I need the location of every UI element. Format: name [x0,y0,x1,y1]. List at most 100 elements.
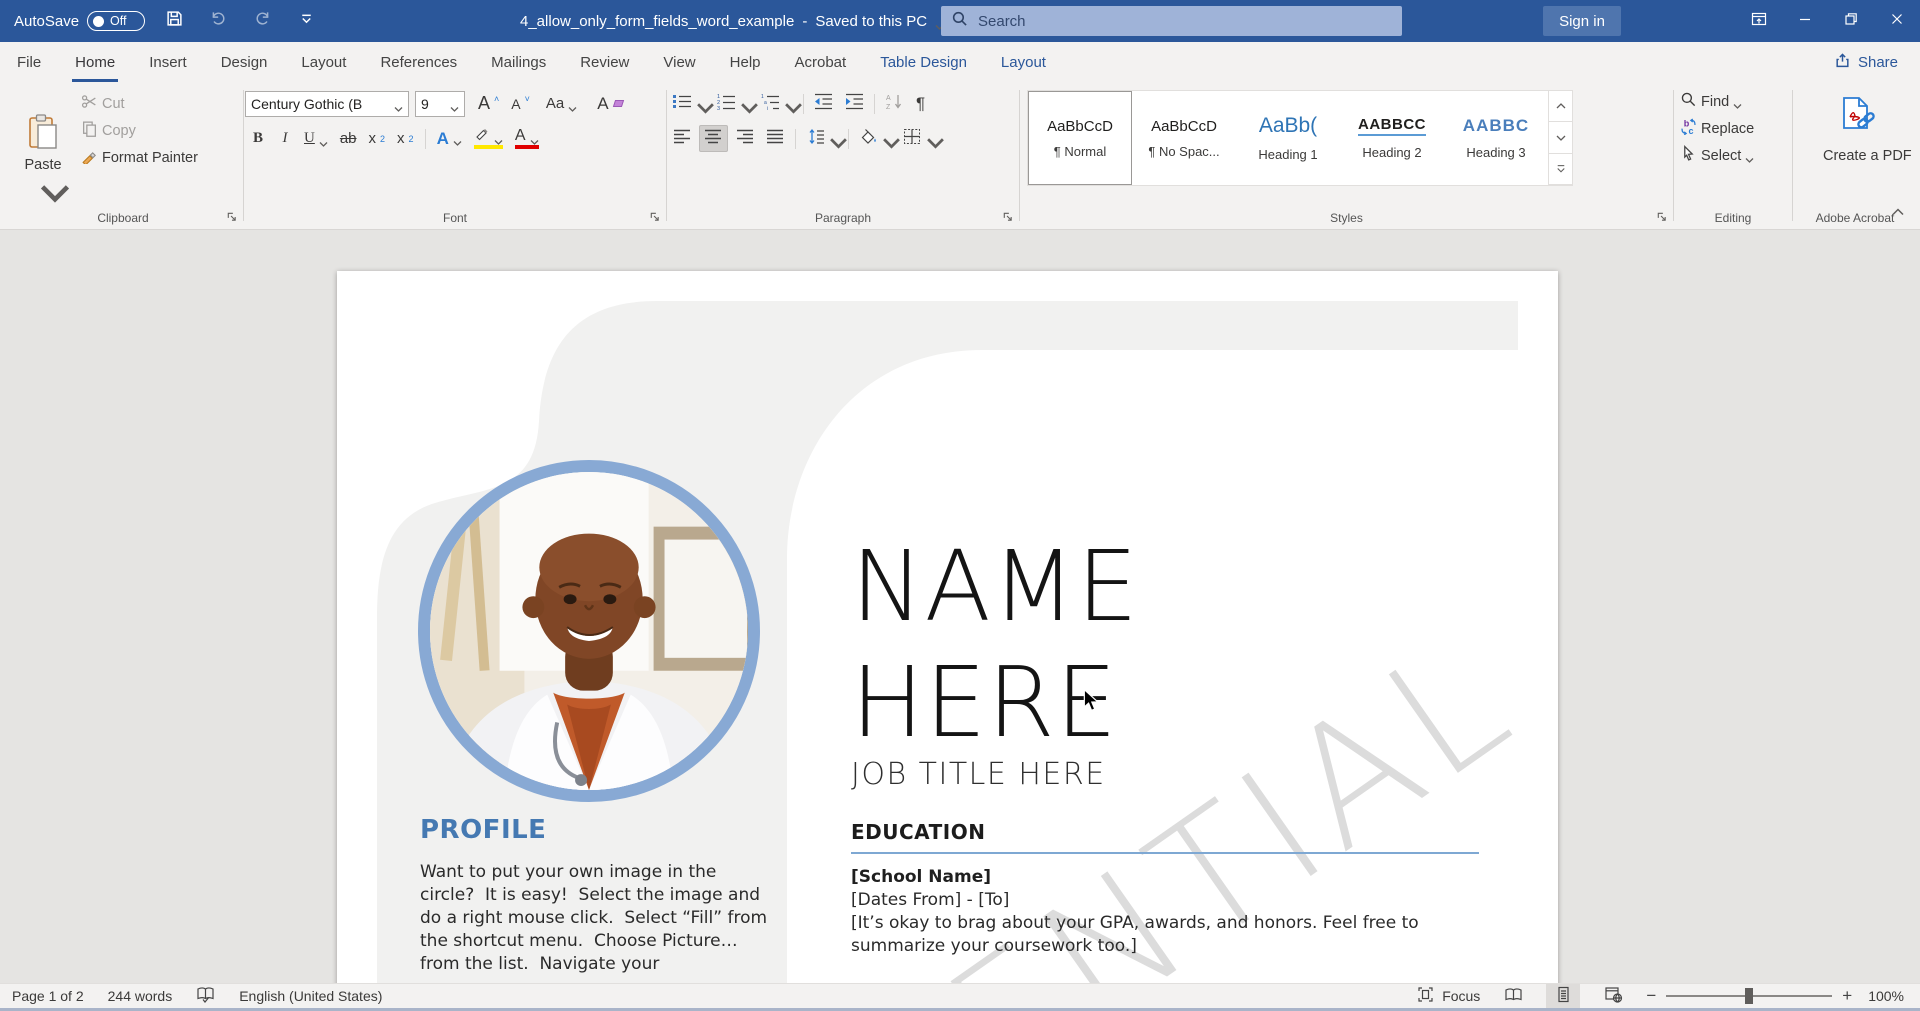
zoom-slider-thumb[interactable] [1745,988,1753,1004]
strikethrough-button[interactable]: ab [335,125,362,152]
tab-acrobat[interactable]: Acrobat [778,42,864,82]
zoom-slider-track[interactable] [1666,995,1832,997]
tab-layout[interactable]: Layout [284,42,363,82]
shrink-font-button[interactable]: A˅ [506,90,535,117]
sort-button[interactable]: AZ [880,90,909,117]
zoom-percentage[interactable]: 100% [1868,988,1904,1004]
name-heading[interactable]: NAME HERE [851,529,1301,761]
undo-button[interactable] [203,6,233,36]
search-bar[interactable] [941,6,1402,36]
print-layout-button[interactable] [1546,984,1580,1009]
find-button[interactable]: Find [1675,88,1791,115]
style-normal[interactable]: AaBbCcD ¶ Normal [1028,91,1132,185]
proofing-errors-button[interactable] [196,986,215,1006]
align-right-button[interactable] [730,125,759,152]
styles-scroll-down-button[interactable] [1549,122,1572,153]
search-input[interactable] [978,13,1392,30]
grow-font-button[interactable]: A˄ [473,90,504,117]
font-color-button[interactable]: A [510,125,544,152]
document-title[interactable]: 4_allow_only_form_fields_word_example - … [520,0,944,42]
replace-button[interactable]: bc Replace [1675,115,1791,142]
document-canvas[interactable]: CONFIDENTIAL [0,231,1920,983]
share-button[interactable]: Share [1834,42,1898,82]
line-spacing-button[interactable] [801,125,843,152]
tab-insert[interactable]: Insert [132,42,204,82]
clear-formatting-button[interactable]: A [592,90,627,117]
tab-help[interactable]: Help [713,42,778,82]
format-painter-button[interactable]: Format Painter [76,144,203,171]
font-name-combobox[interactable]: Century Gothic (B [245,91,409,117]
create-pdf-button[interactable]: Create a PDF [1818,92,1892,167]
tab-table-design[interactable]: Table Design [863,42,984,82]
customize-quick-access-button[interactable] [291,6,321,36]
font-size-combobox[interactable]: 9 [415,91,465,117]
tab-table-layout[interactable]: Layout [984,42,1063,82]
sign-in-button[interactable]: Sign in [1543,6,1621,36]
tab-references[interactable]: References [363,42,474,82]
style-no-spacing[interactable]: AaBbCcD ¶ No Spac... [1132,91,1236,185]
focus-mode-button[interactable]: Focus [1416,986,1480,1006]
word-count-indicator[interactable]: 244 words [108,988,173,1004]
restore-button[interactable] [1828,0,1874,42]
profile-body-text[interactable]: Want to put your own image in the circle… [420,861,770,976]
copy-button[interactable]: Copy [76,117,203,144]
education-body-text[interactable]: [It’s okay to brag about your GPA, award… [851,912,1463,958]
clipboard-dialog-launcher[interactable] [224,209,239,224]
style-heading-2[interactable]: AABBCC Heading 2 [1340,91,1444,185]
save-button[interactable] [159,6,189,36]
profile-photo[interactable] [418,460,760,802]
dates-field[interactable]: [Dates From] - [To] [851,890,1009,910]
font-dialog-launcher[interactable] [647,209,662,224]
tab-mailings[interactable]: Mailings [474,42,563,82]
collapse-ribbon-button[interactable] [1892,203,1904,221]
tab-view[interactable]: View [646,42,712,82]
shading-button[interactable] [854,125,896,152]
decrease-indent-button[interactable] [809,90,838,117]
bullets-button[interactable] [668,90,710,117]
zoom-in-button[interactable]: + [1842,986,1852,1006]
style-heading-1[interactable]: AaBb( Heading 1 [1236,91,1340,185]
show-formatting-marks-button[interactable]: ¶ [911,90,930,117]
align-center-button[interactable] [699,125,728,152]
document-page[interactable]: CONFIDENTIAL [337,271,1558,983]
page-number-indicator[interactable]: Page 1 of 2 [12,988,84,1004]
text-effects-button[interactable]: A [432,125,467,152]
tab-home[interactable]: Home [58,42,132,82]
subscript-button[interactable]: x2 [364,125,391,152]
cut-button[interactable]: Cut [76,90,203,117]
paragraph-dialog-launcher[interactable] [1000,209,1015,224]
close-button[interactable] [1874,0,1920,42]
paste-button[interactable]: Paste [12,89,74,207]
redo-button[interactable] [247,6,277,36]
web-layout-button[interactable] [1596,984,1630,1009]
increase-indent-button[interactable] [840,90,869,117]
bold-button[interactable]: B [245,125,271,152]
education-heading[interactable]: EDUCATION [851,820,985,844]
justify-button[interactable] [761,125,790,152]
change-case-button[interactable]: Aa [541,90,582,117]
italic-button[interactable]: I [273,125,297,152]
minimize-button[interactable] [1782,0,1828,42]
tab-review[interactable]: Review [563,42,646,82]
highlight-color-button[interactable] [469,125,508,152]
autosave-switch[interactable]: Off [87,11,145,31]
styles-scroll-up-button[interactable] [1549,91,1572,122]
underline-button[interactable]: U [299,125,333,152]
style-heading-3[interactable]: AABBC Heading 3 [1444,91,1548,185]
read-mode-button[interactable] [1496,984,1530,1009]
styles-gallery-more-button[interactable] [1549,154,1572,185]
styles-dialog-launcher[interactable] [1654,209,1669,224]
autosave-toggle[interactable]: AutoSave Off [14,11,145,31]
school-name-field[interactable]: [School Name] [851,867,991,887]
tab-design[interactable]: Design [204,42,285,82]
select-button[interactable]: Select [1675,142,1791,169]
language-indicator[interactable]: English (United States) [239,988,382,1004]
multilevel-list-button[interactable]: 1ai [756,90,798,117]
align-left-button[interactable] [668,125,697,152]
superscript-button[interactable]: x2 [392,125,419,152]
profile-heading[interactable]: PROFILE [420,815,546,845]
numbering-button[interactable]: 123 [712,90,754,117]
zoom-out-button[interactable]: − [1646,986,1656,1006]
tab-file[interactable]: File [0,42,58,82]
job-title-heading[interactable]: JOB TITLE HERE [851,757,1106,792]
